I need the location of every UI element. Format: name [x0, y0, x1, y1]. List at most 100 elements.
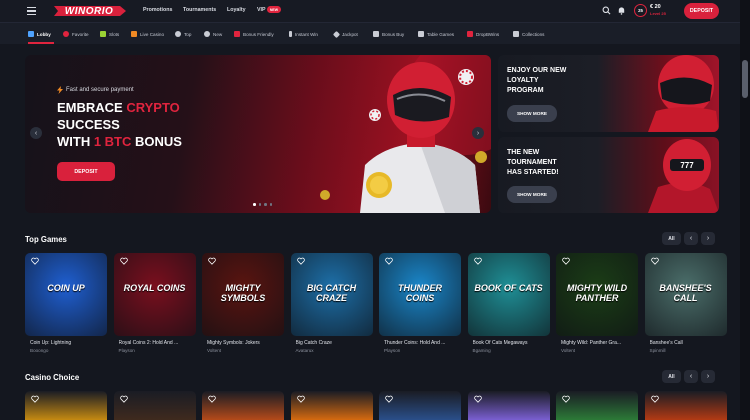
casino-choice-tile[interactable]: [467, 391, 550, 420]
casino-choice-tile[interactable]: [25, 391, 107, 420]
category-jackpot[interactable]: Jackpot: [332, 23, 358, 45]
game-name[interactable]: Mighty Symbols: Jokers: [207, 340, 289, 346]
favorite-heart-icon[interactable]: [562, 257, 570, 265]
game-name[interactable]: Banshee's Call: [650, 340, 732, 346]
scrollbar-thumb[interactable]: [742, 60, 748, 98]
category-table-games[interactable]: Table Games: [418, 23, 454, 45]
game-name[interactable]: Big Catch Craze: [296, 340, 378, 346]
favorite-heart-icon[interactable]: [385, 257, 393, 265]
favorite-heart-icon[interactable]: [296, 395, 305, 403]
game-name[interactable]: Royal Coins 2: Hold And ...: [119, 340, 201, 346]
favorite-heart-icon[interactable]: [473, 257, 482, 265]
active-category-indicator: [28, 42, 54, 44]
game-provider: Playson: [384, 348, 401, 353]
category-instant-win[interactable]: Instant Win: [289, 23, 318, 45]
svg-text:777: 777: [680, 161, 694, 170]
bell-icon[interactable]: [617, 6, 626, 15]
favorite-heart-icon[interactable]: [31, 257, 39, 265]
casino-choice-next-arrow-icon[interactable]: ›: [701, 370, 715, 383]
favorite-heart-icon[interactable]: [650, 395, 659, 403]
category-favorite[interactable]: Favorite: [63, 23, 89, 45]
game-tile[interactable]: ROYAL COINS: [113, 253, 196, 336]
casino-choice-tile[interactable]: [556, 391, 638, 420]
top-games-all-button[interactable]: All: [662, 232, 681, 245]
home-icon: [28, 31, 34, 37]
favorite-heart-icon[interactable]: [119, 395, 128, 403]
cards-icon: [418, 31, 424, 37]
hero-next-arrow-icon[interactable]: ›: [472, 127, 484, 139]
category-bonus-buy[interactable]: Bonus Buy: [373, 23, 404, 45]
deposit-button[interactable]: DEPOSIT: [684, 3, 719, 19]
casino-choice-tile[interactable]: [202, 391, 284, 420]
hero-headline-line-2: SUCCESS: [57, 117, 120, 132]
balance-amount[interactable]: € 20: [650, 4, 661, 10]
category-dropbwins[interactable]: DropBWins: [467, 23, 499, 45]
game-name[interactable]: Book Of Cats Megaways: [473, 340, 555, 346]
hero-deposit-button[interactable]: DEPOSIT: [57, 162, 115, 181]
game-tile[interactable]: MIGHTY SYMBOLS: [202, 253, 284, 336]
favorite-heart-icon[interactable]: [385, 395, 393, 403]
favorite-heart-icon[interactable]: [296, 257, 305, 265]
game-name[interactable]: Mighty Wild: Panther Gra...: [561, 340, 643, 346]
hero-dot[interactable]: [264, 203, 267, 206]
game-name[interactable]: Thunder Coins: Hold And ...: [384, 340, 466, 346]
favorite-heart-icon[interactable]: [31, 395, 39, 403]
hero-dot[interactable]: [253, 203, 256, 206]
game-tile[interactable]: THUNDER COINS: [379, 253, 461, 336]
category-collections[interactable]: Collections: [513, 23, 544, 45]
game-provider: Voltent: [207, 348, 222, 353]
favorite-heart-icon[interactable]: [208, 257, 216, 265]
game-name[interactable]: Coin Up: Lightning: [30, 340, 112, 346]
logo-text: WINORIO: [64, 5, 114, 17]
category-slots[interactable]: Slots: [100, 23, 119, 45]
nav-vip[interactable]: VIP: [257, 7, 266, 13]
favorite-heart-icon[interactable]: [650, 257, 659, 265]
promo-card-loyalty[interactable]: ENJOY OUR NEW LOYALTY PROGRAM SHOW MORE: [498, 55, 719, 132]
new-icon: [204, 31, 210, 37]
game-art-title: BOOK OF CATS: [474, 283, 543, 293]
casino-choice-tile[interactable]: [290, 391, 373, 420]
nav-loyalty[interactable]: Loyalty: [227, 7, 246, 13]
menu-icon[interactable]: [27, 7, 36, 16]
nav-tournaments[interactable]: Tournaments: [183, 7, 216, 13]
bolt-icon: [57, 86, 63, 94]
promo-card-tournament[interactable]: 777 THE NEW TOURNAMENT HAS STARTED! SHOW…: [498, 137, 719, 213]
game-tile[interactable]: MIGHTY WILD PANTHER: [556, 253, 638, 336]
category-top[interactable]: Top: [175, 23, 191, 45]
category-live-casino[interactable]: Live Casino: [131, 23, 164, 45]
favorite-heart-icon[interactable]: [562, 395, 570, 403]
heart-icon: [63, 31, 69, 37]
game-tile[interactable]: COIN UP: [25, 253, 107, 336]
hero-dot[interactable]: [269, 203, 272, 206]
casino-choice-tile[interactable]: [379, 391, 461, 420]
casino-choice-tile[interactable]: [644, 391, 727, 420]
game-art-title: MIGHTY SYMBOLS: [220, 283, 266, 303]
top-games-prev-arrow-icon[interactable]: ‹: [684, 232, 698, 245]
casino-choice-all-button[interactable]: All: [662, 370, 681, 383]
hero-prev-arrow-icon[interactable]: ‹: [30, 127, 42, 139]
game-provider: Booongo: [30, 348, 49, 353]
game-tile[interactable]: BOOK OF CATS: [467, 253, 550, 336]
favorite-heart-icon[interactable]: [473, 395, 482, 403]
casino-choice-tile[interactable]: [113, 391, 196, 420]
logo[interactable]: WINORIO: [50, 4, 128, 18]
casino-choice-prev-arrow-icon[interactable]: ‹: [684, 370, 698, 383]
favorite-heart-icon[interactable]: [119, 257, 128, 265]
search-icon[interactable]: [602, 6, 611, 15]
game-tile[interactable]: BANSHEE'S CALL: [644, 253, 727, 336]
diamond-icon: [332, 30, 341, 38]
drops-icon: [467, 31, 473, 37]
hero-dot[interactable]: [258, 203, 261, 206]
category-new[interactable]: New: [204, 23, 222, 45]
top-games-next-arrow-icon[interactable]: ›: [701, 232, 715, 245]
category-bonus-friendly[interactable]: Bonus Friendly: [234, 23, 274, 45]
hero-banner[interactable]: Fast and secure payment EMBRACE CRYPTO S…: [25, 55, 491, 213]
promo-tournament-show-more-button[interactable]: SHOW MORE: [507, 186, 557, 203]
level-ring[interactable]: 25: [634, 4, 647, 17]
hero-headline-line-1: EMBRACE CRYPTO: [57, 100, 180, 115]
favorite-heart-icon[interactable]: [208, 395, 216, 403]
game-tile[interactable]: BIG CATCH CRAZE: [290, 253, 373, 336]
nav-promotions[interactable]: Promotions: [143, 7, 172, 13]
promo-loyalty-show-more-button[interactable]: SHOW MORE: [507, 105, 557, 122]
promo-tournament-title-3: HAS STARTED!: [507, 169, 559, 176]
